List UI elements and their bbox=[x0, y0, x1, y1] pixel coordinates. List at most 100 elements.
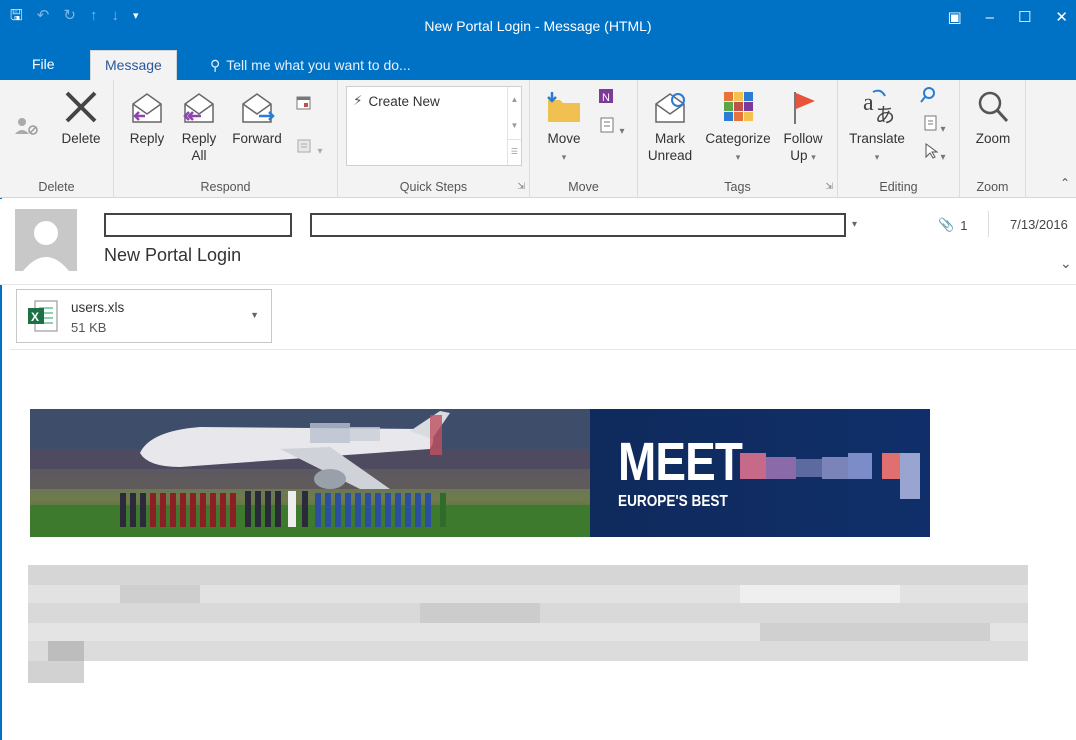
attachment-indicator: 📎 1 bbox=[938, 217, 967, 233]
move-label: Move bbox=[547, 131, 581, 146]
rules-button[interactable]: ▾ bbox=[592, 116, 632, 140]
reply-button[interactable]: Reply bbox=[122, 88, 172, 147]
redacted-line bbox=[28, 641, 1028, 661]
create-new-label: Create New bbox=[368, 93, 440, 109]
svg-text:N: N bbox=[602, 92, 610, 104]
ribbon-tabs: File Message ⚲ Tell me what you want to … bbox=[0, 50, 1076, 80]
svg-text:a: a bbox=[863, 90, 874, 116]
group-label-quick-steps: Quick Steps bbox=[399, 180, 468, 194]
redacted-pixel bbox=[740, 453, 766, 479]
move-button[interactable]: Move ▾ bbox=[538, 88, 590, 166]
tags-launcher-icon[interactable]: ⇲ bbox=[825, 181, 833, 192]
rules-icon bbox=[600, 117, 614, 133]
redacted-pixel bbox=[120, 585, 200, 603]
redacted-pixel bbox=[796, 459, 822, 477]
quick-step-create-new[interactable]: ⚡ Create New bbox=[353, 93, 440, 109]
follow-up-button[interactable]: Follow Up ▾ bbox=[778, 88, 828, 166]
related-button[interactable]: ▾ bbox=[914, 114, 954, 138]
expand-header-chevron-icon[interactable]: ⌄ bbox=[1060, 255, 1072, 272]
more-respond-button[interactable]: ▾ bbox=[290, 138, 330, 160]
meeting-icon bbox=[296, 96, 311, 110]
translate-dropdown-icon: ▾ bbox=[874, 152, 880, 162]
window-controls: ▣ – ☐ ✕ bbox=[947, 8, 1068, 27]
minimize-button[interactable]: – bbox=[986, 9, 994, 26]
zoom-button[interactable]: Zoom bbox=[966, 88, 1020, 147]
lightning-icon: ⚡ bbox=[353, 93, 363, 108]
ribbon-group-delete: Delete Delete bbox=[0, 80, 114, 198]
categorize-dropdown-icon: ▾ bbox=[735, 152, 741, 162]
maximize-button[interactable]: ☐ bbox=[1018, 8, 1031, 26]
find-button[interactable] bbox=[916, 86, 940, 108]
select-button[interactable]: ▾ bbox=[914, 142, 954, 166]
categorize-label: Categorize bbox=[705, 131, 771, 146]
move-dropdown-icon: ▾ bbox=[561, 152, 567, 162]
delete-button[interactable]: Delete bbox=[54, 88, 108, 147]
ribbon-group-editing: aあ Translate ▾ ▾ ▾ Editing bbox=[838, 80, 960, 198]
forward-button[interactable]: Forward bbox=[226, 88, 288, 147]
paperclip-icon: 📎 bbox=[938, 217, 955, 232]
quick-steps-gallery: ⚡ Create New ▲ ▼ ☰ bbox=[346, 86, 522, 166]
group-label-move: Move bbox=[568, 180, 599, 194]
forward-label: Forward bbox=[232, 131, 282, 146]
sender-avatar[interactable] bbox=[15, 209, 77, 271]
zoom-magnifier-icon bbox=[978, 91, 1009, 123]
attachment-card[interactable]: X users.xls 51 KB ▼ bbox=[16, 289, 272, 343]
zoom-label: Zoom bbox=[975, 131, 1011, 146]
reply-all-label-1: Reply bbox=[181, 131, 217, 146]
recipients-expand-icon[interactable]: ▾ bbox=[852, 219, 857, 230]
header-divider bbox=[988, 211, 989, 237]
sender-redacted-box bbox=[104, 213, 292, 237]
redacted-pixel bbox=[900, 453, 920, 499]
tell-me-placeholder: Tell me what you want to do... bbox=[226, 57, 411, 73]
airplane-stadium-illustration bbox=[30, 409, 590, 537]
redacted-line bbox=[28, 661, 84, 683]
onenote-button[interactable]: N bbox=[594, 86, 618, 110]
tab-message[interactable]: Message bbox=[90, 50, 177, 80]
scroll-up-icon[interactable]: ▲ bbox=[508, 87, 521, 113]
redacted-pixel bbox=[48, 641, 84, 661]
attachment-size: 51 KB bbox=[71, 320, 107, 335]
close-button[interactable]: ✕ bbox=[1055, 8, 1068, 26]
collapse-ribbon-icon[interactable]: ⌃ bbox=[1060, 176, 1070, 190]
mark-unread-icon bbox=[655, 93, 685, 123]
translate-button[interactable]: aあ Translate ▾ bbox=[842, 86, 912, 166]
find-icon bbox=[920, 87, 935, 103]
redacted-pixel bbox=[882, 453, 900, 479]
ribbon-group-zoom: Zoom Zoom bbox=[960, 80, 1026, 198]
follow-up-label-2: Up ▾ bbox=[778, 147, 828, 166]
excel-file-icon: X bbox=[28, 300, 58, 332]
redacted-pixel bbox=[848, 453, 872, 479]
redacted-pixel bbox=[740, 585, 900, 603]
ribbon-group-move: Move ▾ N ▾ Move bbox=[530, 80, 638, 198]
scroll-down-icon[interactable]: ▼ bbox=[508, 113, 521, 139]
recipients-redacted-box bbox=[310, 213, 846, 237]
reply-all-button[interactable]: Reply All bbox=[176, 88, 222, 164]
ignore-button[interactable] bbox=[12, 114, 42, 142]
quick-steps-scrollbar[interactable]: ▲ ▼ ☰ bbox=[507, 87, 521, 165]
gallery-expand-icon[interactable]: ☰ bbox=[508, 139, 521, 163]
ribbon-display-options-icon[interactable]: ▣ bbox=[947, 8, 961, 26]
title-bar: 🖫 ↶ ↻ ↑ ↓ ▾ New Portal Login - Message (… bbox=[0, 0, 1076, 50]
quick-steps-launcher-icon[interactable]: ⇲ bbox=[517, 181, 525, 192]
onenote-icon: N bbox=[599, 89, 613, 104]
follow-up-label-1: Follow bbox=[783, 131, 823, 146]
lightbulb-icon: ⚲ bbox=[210, 57, 221, 73]
reply-icon bbox=[132, 93, 162, 123]
tab-file[interactable]: File bbox=[18, 50, 69, 80]
forward-icon bbox=[242, 93, 275, 123]
follow-up-label-2-text: Up bbox=[790, 148, 808, 163]
tell-me-box[interactable]: ⚲ Tell me what you want to do... bbox=[196, 50, 425, 80]
group-label-respond: Respond bbox=[200, 180, 251, 194]
mark-unread-button[interactable]: Mark Unread bbox=[644, 88, 696, 164]
ribbon: Delete Delete Reply Reply All Forward ▾ … bbox=[0, 80, 1076, 198]
reply-label: Reply bbox=[129, 131, 165, 146]
redacted-line bbox=[28, 565, 1028, 585]
attachment-dropdown-icon[interactable]: ▼ bbox=[250, 310, 259, 320]
banner-subline: EUROPE'S BEST bbox=[618, 493, 728, 510]
meeting-button[interactable] bbox=[292, 94, 316, 116]
banner-text-panel: MEET EUROPE'S BEST bbox=[590, 409, 930, 537]
categorize-button[interactable]: Categorize ▾ bbox=[700, 88, 776, 166]
group-label-zoom: Zoom bbox=[976, 180, 1009, 194]
related-icon bbox=[924, 115, 937, 131]
reply-all-label-2: All bbox=[191, 148, 207, 163]
